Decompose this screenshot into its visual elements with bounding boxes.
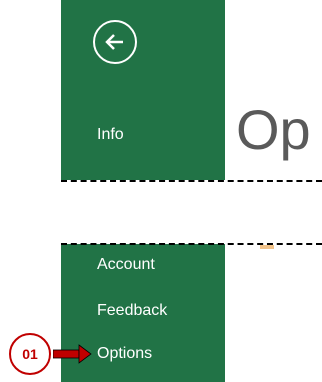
tear-gap <box>0 180 322 244</box>
sidebar-item-feedback[interactable]: Feedback <box>97 302 167 320</box>
red-arrow-icon <box>53 344 92 364</box>
sidebar-item-info[interactable]: Info <box>97 126 124 144</box>
page-title: Op <box>236 98 311 161</box>
step-badge: 01 <box>9 333 51 375</box>
back-arrow-icon <box>105 34 123 50</box>
tear-line-bottom <box>61 243 322 245</box>
sidebar-item-options[interactable]: Options <box>97 345 152 363</box>
sidebar-item-account[interactable]: Account <box>97 256 155 274</box>
tear-line-top <box>61 180 322 182</box>
back-button[interactable] <box>93 20 137 64</box>
accent-mark <box>260 245 274 249</box>
